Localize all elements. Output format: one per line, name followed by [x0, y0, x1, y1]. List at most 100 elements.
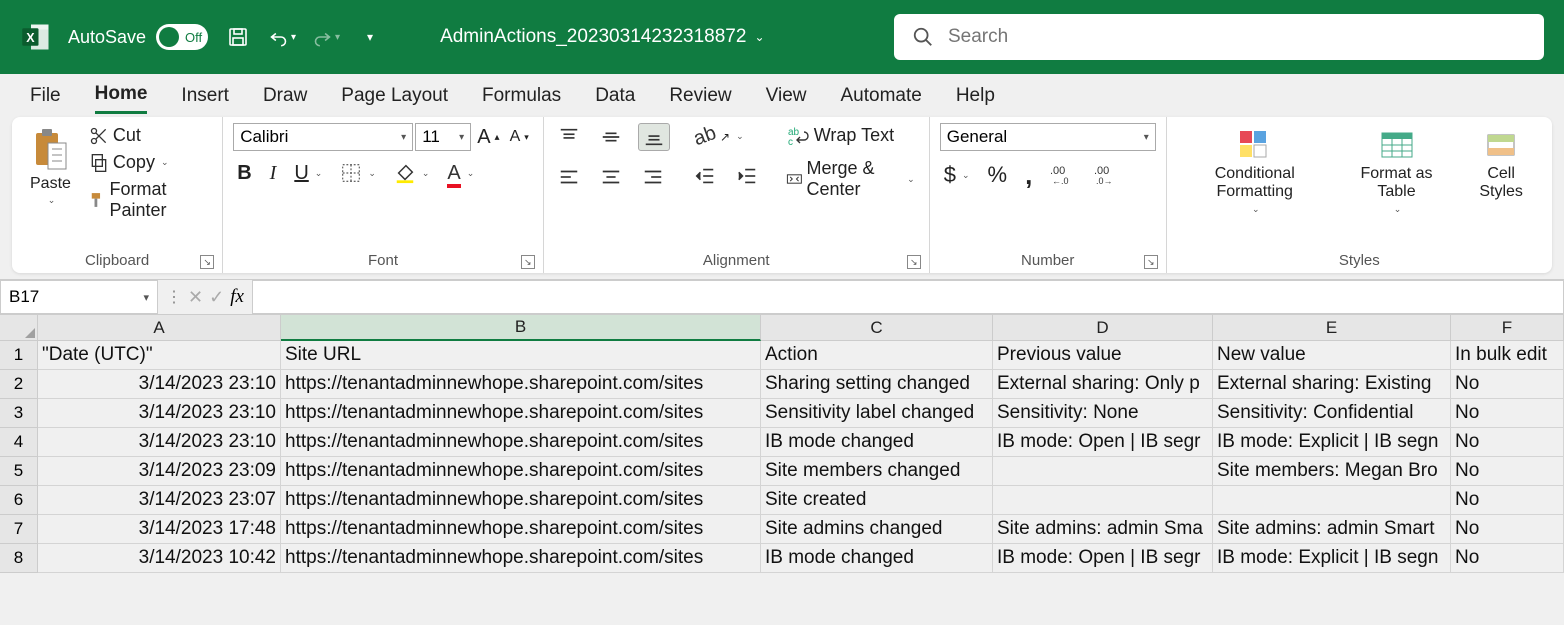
cell[interactable]: New value: [1213, 341, 1451, 370]
row-header[interactable]: 8: [0, 544, 38, 573]
row-header[interactable]: 2: [0, 370, 38, 399]
confirm-icon[interactable]: ✓: [209, 287, 224, 308]
orientation-button[interactable]: ab↗⌄: [690, 123, 762, 150]
cell[interactable]: https://tenantadminnewhope.sharepoint.co…: [281, 399, 761, 428]
align-left-button[interactable]: [554, 164, 584, 190]
cell[interactable]: IB mode: Explicit | IB segn: [1213, 428, 1451, 457]
dialog-launcher-icon[interactable]: ↘: [1144, 255, 1158, 269]
document-title[interactable]: AdminActions_20230314232318872 ⌄: [440, 26, 764, 48]
cell[interactable]: 3/14/2023 23:10: [38, 399, 281, 428]
underline-button[interactable]: U⌄: [290, 160, 326, 187]
font-size-combo[interactable]: 11▾: [415, 123, 471, 151]
cell[interactable]: No: [1451, 544, 1564, 573]
decrease-font-button[interactable]: A▾: [506, 126, 533, 148]
tab-draw[interactable]: Draw: [263, 79, 307, 113]
fx-icon[interactable]: fx: [230, 286, 244, 308]
cell[interactable]: IB mode: Open | IB segr: [993, 428, 1213, 457]
search-box[interactable]: [894, 14, 1544, 60]
cell[interactable]: External sharing: Existing: [1213, 370, 1451, 399]
wrap-text-button[interactable]: abcWrap Text: [782, 123, 919, 148]
cell[interactable]: No: [1451, 428, 1564, 457]
cell[interactable]: Sharing setting changed: [761, 370, 993, 399]
dialog-launcher-icon[interactable]: ↘: [907, 255, 921, 269]
cell[interactable]: https://tenantadminnewhope.sharepoint.co…: [281, 428, 761, 457]
toggle-switch[interactable]: Off: [156, 24, 208, 50]
decrease-indent-button[interactable]: [690, 163, 720, 189]
cell[interactable]: 3/14/2023 23:10: [38, 428, 281, 457]
cell[interactable]: External sharing: Only p: [993, 370, 1213, 399]
row-header[interactable]: 1: [0, 341, 38, 370]
column-header-C[interactable]: C: [761, 315, 993, 341]
cell[interactable]: [993, 486, 1213, 515]
cell[interactable]: 3/14/2023 10:42: [38, 544, 281, 573]
accounting-format-button[interactable]: $⌄: [940, 160, 974, 190]
tab-automate[interactable]: Automate: [840, 79, 921, 113]
tab-formulas[interactable]: Formulas: [482, 79, 561, 113]
comma-format-button[interactable]: ,: [1021, 158, 1036, 193]
increase-font-button[interactable]: A▴: [473, 124, 503, 151]
redo-icon[interactable]: ▾: [312, 23, 340, 51]
cell[interactable]: Site admins changed: [761, 515, 993, 544]
row-header[interactable]: 7: [0, 515, 38, 544]
column-header-A[interactable]: A: [38, 315, 281, 341]
cell[interactable]: IB mode: Explicit | IB segn: [1213, 544, 1451, 573]
font-color-button[interactable]: A⌄: [443, 160, 478, 187]
tab-home[interactable]: Home: [95, 77, 148, 114]
cell[interactable]: No: [1451, 370, 1564, 399]
menu-dots-icon[interactable]: ⋮: [166, 287, 182, 307]
increase-indent-button[interactable]: [732, 163, 762, 189]
save-icon[interactable]: [224, 23, 252, 51]
dialog-launcher-icon[interactable]: ↘: [521, 255, 535, 269]
cell[interactable]: Previous value: [993, 341, 1213, 370]
percent-format-button[interactable]: %: [984, 160, 1012, 190]
cell[interactable]: IB mode changed: [761, 544, 993, 573]
align-right-button[interactable]: [638, 164, 668, 190]
row-header[interactable]: 4: [0, 428, 38, 457]
tab-help[interactable]: Help: [956, 79, 995, 113]
cell[interactable]: Sensitivity: Confidential: [1213, 399, 1451, 428]
font-name-combo[interactable]: Calibri▾: [233, 123, 413, 151]
cell[interactable]: No: [1451, 457, 1564, 486]
cell[interactable]: No: [1451, 515, 1564, 544]
cell[interactable]: 3/14/2023 17:48: [38, 515, 281, 544]
paste-button[interactable]: Paste ⌄: [22, 123, 79, 210]
cell-styles-button[interactable]: Cell Styles: [1460, 123, 1542, 206]
cell[interactable]: IB mode changed: [761, 428, 993, 457]
cell[interactable]: Site members changed: [761, 457, 993, 486]
cell[interactable]: Site admins: admin Smart: [1213, 515, 1451, 544]
cell[interactable]: 3/14/2023 23:07: [38, 486, 281, 515]
tab-insert[interactable]: Insert: [181, 79, 229, 113]
format-as-table-button[interactable]: Format as Table⌄: [1339, 123, 1455, 218]
cell[interactable]: https://tenantadminnewhope.sharepoint.co…: [281, 486, 761, 515]
cell[interactable]: 3/14/2023 23:09: [38, 457, 281, 486]
conditional-formatting-button[interactable]: Conditional Formatting⌄: [1177, 123, 1333, 218]
merge-center-button[interactable]: Merge & Center⌄: [782, 156, 919, 202]
cell[interactable]: In bulk edit: [1451, 341, 1564, 370]
column-header-E[interactable]: E: [1213, 315, 1451, 341]
cell[interactable]: https://tenantadminnewhope.sharepoint.co…: [281, 544, 761, 573]
row-header[interactable]: 5: [0, 457, 38, 486]
cell[interactable]: [993, 457, 1213, 486]
cell[interactable]: "Date (UTC)": [38, 341, 281, 370]
name-box[interactable]: B17▾: [0, 280, 158, 314]
align-center-button[interactable]: [596, 164, 626, 190]
qat-dropdown-icon[interactable]: ▾: [356, 23, 384, 51]
column-header-B[interactable]: B: [281, 315, 761, 341]
cut-button[interactable]: Cut: [85, 123, 212, 148]
increase-decimal-button[interactable]: .00←.0: [1046, 162, 1080, 188]
cell[interactable]: Site URL: [281, 341, 761, 370]
align-top-button[interactable]: [554, 124, 584, 150]
align-middle-button[interactable]: [596, 124, 626, 150]
number-format-combo[interactable]: General▾: [940, 123, 1156, 151]
autosave-toggle[interactable]: AutoSave Off: [68, 24, 208, 50]
cell[interactable]: 3/14/2023 23:10: [38, 370, 281, 399]
select-all-corner[interactable]: [0, 315, 38, 341]
cell[interactable]: No: [1451, 399, 1564, 428]
align-bottom-button[interactable]: [638, 123, 670, 151]
copy-button[interactable]: Copy⌄: [85, 150, 212, 175]
column-header-D[interactable]: D: [993, 315, 1213, 341]
format-painter-button[interactable]: Format Painter: [85, 177, 212, 223]
formula-input[interactable]: [252, 280, 1564, 314]
cell[interactable]: Action: [761, 341, 993, 370]
search-input[interactable]: [948, 26, 1526, 48]
